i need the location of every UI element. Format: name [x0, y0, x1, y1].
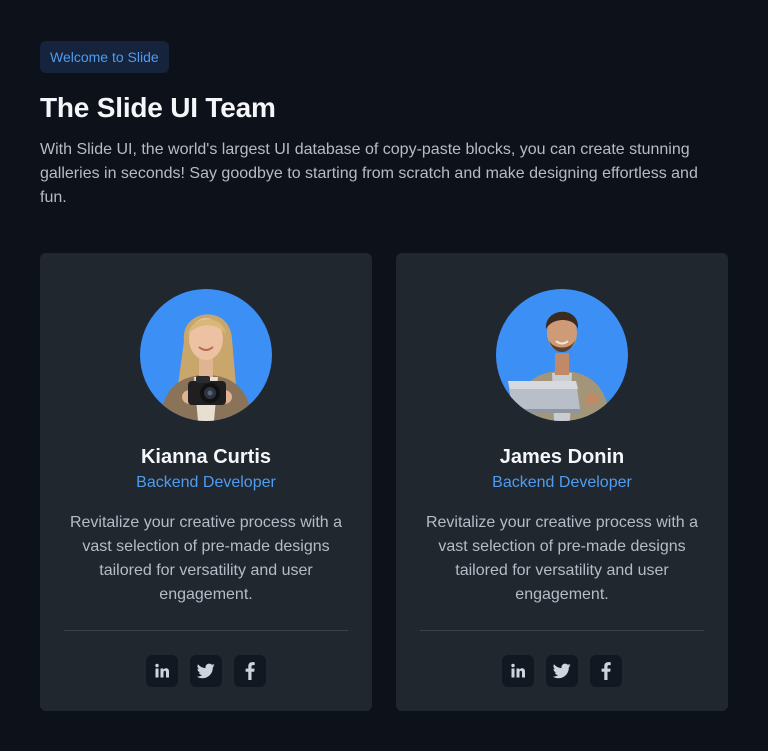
- member-role: Backend Developer: [492, 474, 632, 491]
- linkedin-icon: [155, 663, 169, 678]
- team-section: Welcome to Slide The Slide UI Team With …: [40, 41, 728, 711]
- avatar: [496, 289, 628, 421]
- twitter-icon: [197, 663, 215, 679]
- member-name: James Donin: [499, 446, 625, 468]
- twitter-icon: [553, 663, 571, 679]
- social-links: [396, 655, 728, 687]
- member-name: Kianna Curtis: [140, 446, 272, 468]
- divider: [420, 630, 704, 631]
- twitter-button[interactable]: [546, 655, 578, 687]
- team-cards: Kianna Curtis Backend Developer Revitali…: [40, 253, 728, 711]
- facebook-button[interactable]: [590, 655, 622, 687]
- member-bio: Revitalize your creative process with a …: [69, 514, 343, 603]
- member-bio: Revitalize your creative process with a …: [425, 514, 699, 603]
- linkedin-button[interactable]: [146, 655, 178, 687]
- page-description: With Slide UI, the world's largest UI da…: [40, 141, 698, 206]
- avatar: [140, 289, 272, 421]
- team-card: Kianna Curtis Backend Developer Revitali…: [40, 253, 372, 711]
- linkedin-icon: [511, 663, 525, 678]
- social-links: [40, 655, 372, 687]
- member-role: Backend Developer: [136, 474, 276, 491]
- page-title: The Slide UI Team: [40, 92, 276, 123]
- facebook-icon: [601, 662, 611, 680]
- woman-with-camera-photo: [160, 314, 252, 421]
- man-with-laptop-photo: [508, 311, 610, 421]
- facebook-button[interactable]: [234, 655, 266, 687]
- team-card: James Donin Backend Developer Revitalize…: [396, 253, 728, 711]
- divider: [64, 630, 348, 631]
- linkedin-button[interactable]: [502, 655, 534, 687]
- twitter-button[interactable]: [190, 655, 222, 687]
- welcome-badge: Welcome to Slide: [40, 41, 169, 73]
- facebook-icon: [245, 662, 255, 680]
